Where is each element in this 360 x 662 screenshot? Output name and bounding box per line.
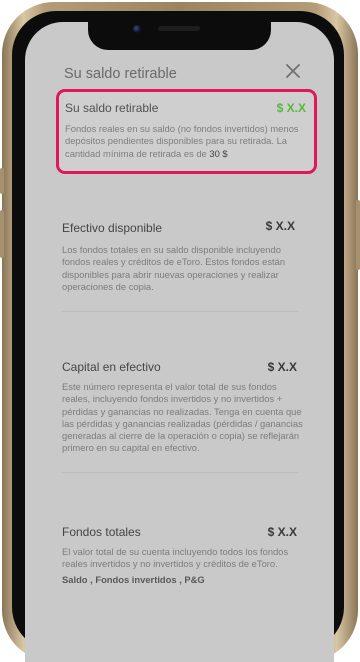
withdrawable-balance-card: Su saldo retirable $ X.X Fondos reales e…: [56, 89, 317, 174]
total-funds-title: Fondos totales: [62, 525, 141, 539]
phone-side-button: [0, 210, 4, 258]
total-funds-value: $ X.X: [267, 525, 297, 539]
phone-side-button: [356, 200, 360, 270]
modal-header: Su saldo retirable: [25, 60, 334, 90]
modal-title: Su saldo retirable: [64, 66, 177, 82]
cash-equity-title: Capital en efectivo: [62, 360, 161, 374]
withdrawable-balance-value: $ X.X: [276, 101, 306, 115]
cash-equity-description: Este número representa el valor total de…: [62, 381, 303, 454]
phone-notch: [88, 22, 271, 50]
available-cash-title: Efectivo disponible: [62, 221, 163, 235]
withdrawable-balance-description: Fondos reales en su saldo (no fondos inv…: [65, 123, 307, 160]
section-divider: [62, 311, 298, 312]
withdrawable-balance-text: Fondos reales en su saldo (no fondos inv…: [65, 123, 299, 159]
section-divider: [62, 472, 298, 473]
modal-screen: Su saldo retirable Su saldo retirable $ …: [25, 22, 334, 662]
speaker-grille: [158, 26, 200, 31]
cash-equity-value: $ X.X: [267, 360, 297, 374]
phone-side-button: [0, 168, 4, 194]
camera-icon: [133, 25, 141, 33]
withdrawable-balance-title: Su saldo retirable: [65, 101, 159, 115]
available-cash-value: $ X.X: [265, 219, 295, 233]
total-funds-components: Saldo , Fondos invertidos , P&G: [62, 574, 205, 585]
available-cash-description: Los fondos totales en su saldo disponibl…: [62, 244, 286, 292]
total-funds-description: El valor total de su cuenta incluyendo t…: [62, 546, 289, 570]
minimum-withdrawal-amount: 30 $: [209, 147, 228, 159]
close-icon[interactable]: [285, 63, 301, 79]
